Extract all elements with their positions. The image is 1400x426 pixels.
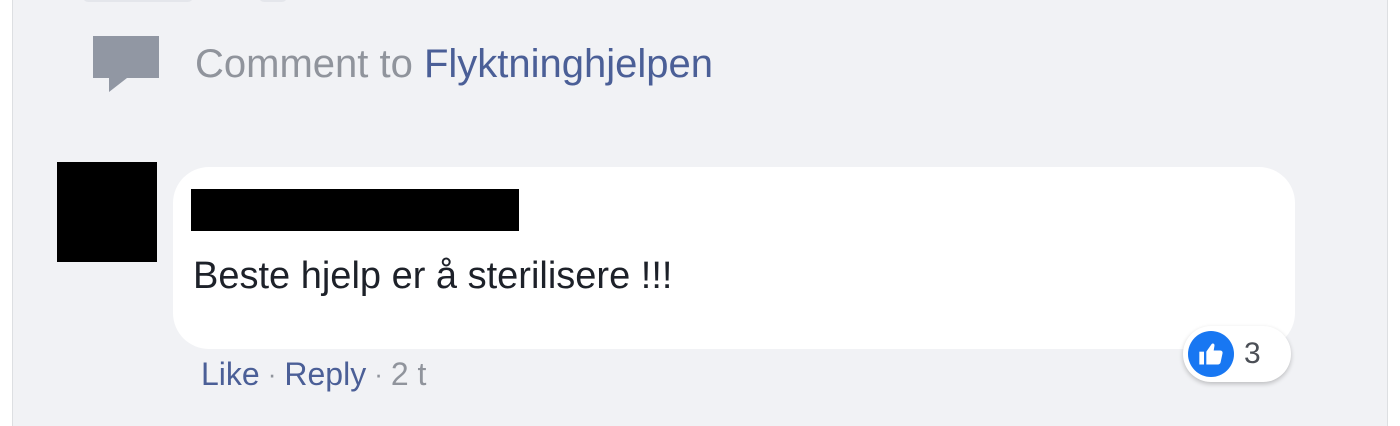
comment-bubble: Beste hjelp er å sterilisere !!! — [173, 167, 1295, 349]
comment-icon — [93, 36, 159, 92]
comment-to-prefix: Comment to — [195, 41, 424, 86]
comment-actions: Like · Reply · 2 t — [201, 356, 426, 393]
action-separator: · — [267, 359, 277, 389]
thumbs-up-icon — [1188, 331, 1234, 377]
reaction-summary[interactable]: 3 — [1183, 326, 1291, 382]
comment-text: Beste hjelp er å sterilisere !!! — [193, 255, 673, 297]
comment-timestamp[interactable]: 2 t — [391, 356, 427, 393]
comment-target-row[interactable]: Comment to Flyktninghjelpen — [93, 36, 713, 92]
like-link[interactable]: Like — [201, 356, 260, 393]
page-name-link[interactable]: Flyktninghjelpen — [424, 42, 713, 86]
comment-to-label: Comment to Flyktninghjelpen — [195, 42, 713, 87]
comment-section: Comment to Flyktninghjelpen Beste hjelp … — [12, 0, 1388, 426]
avatar-redacted[interactable] — [57, 162, 157, 262]
previous-content-edge — [83, 0, 323, 6]
author-name-redacted[interactable] — [191, 189, 519, 231]
reply-link[interactable]: Reply — [284, 356, 366, 393]
action-separator: · — [374, 359, 383, 389]
reaction-count: 3 — [1244, 337, 1261, 370]
